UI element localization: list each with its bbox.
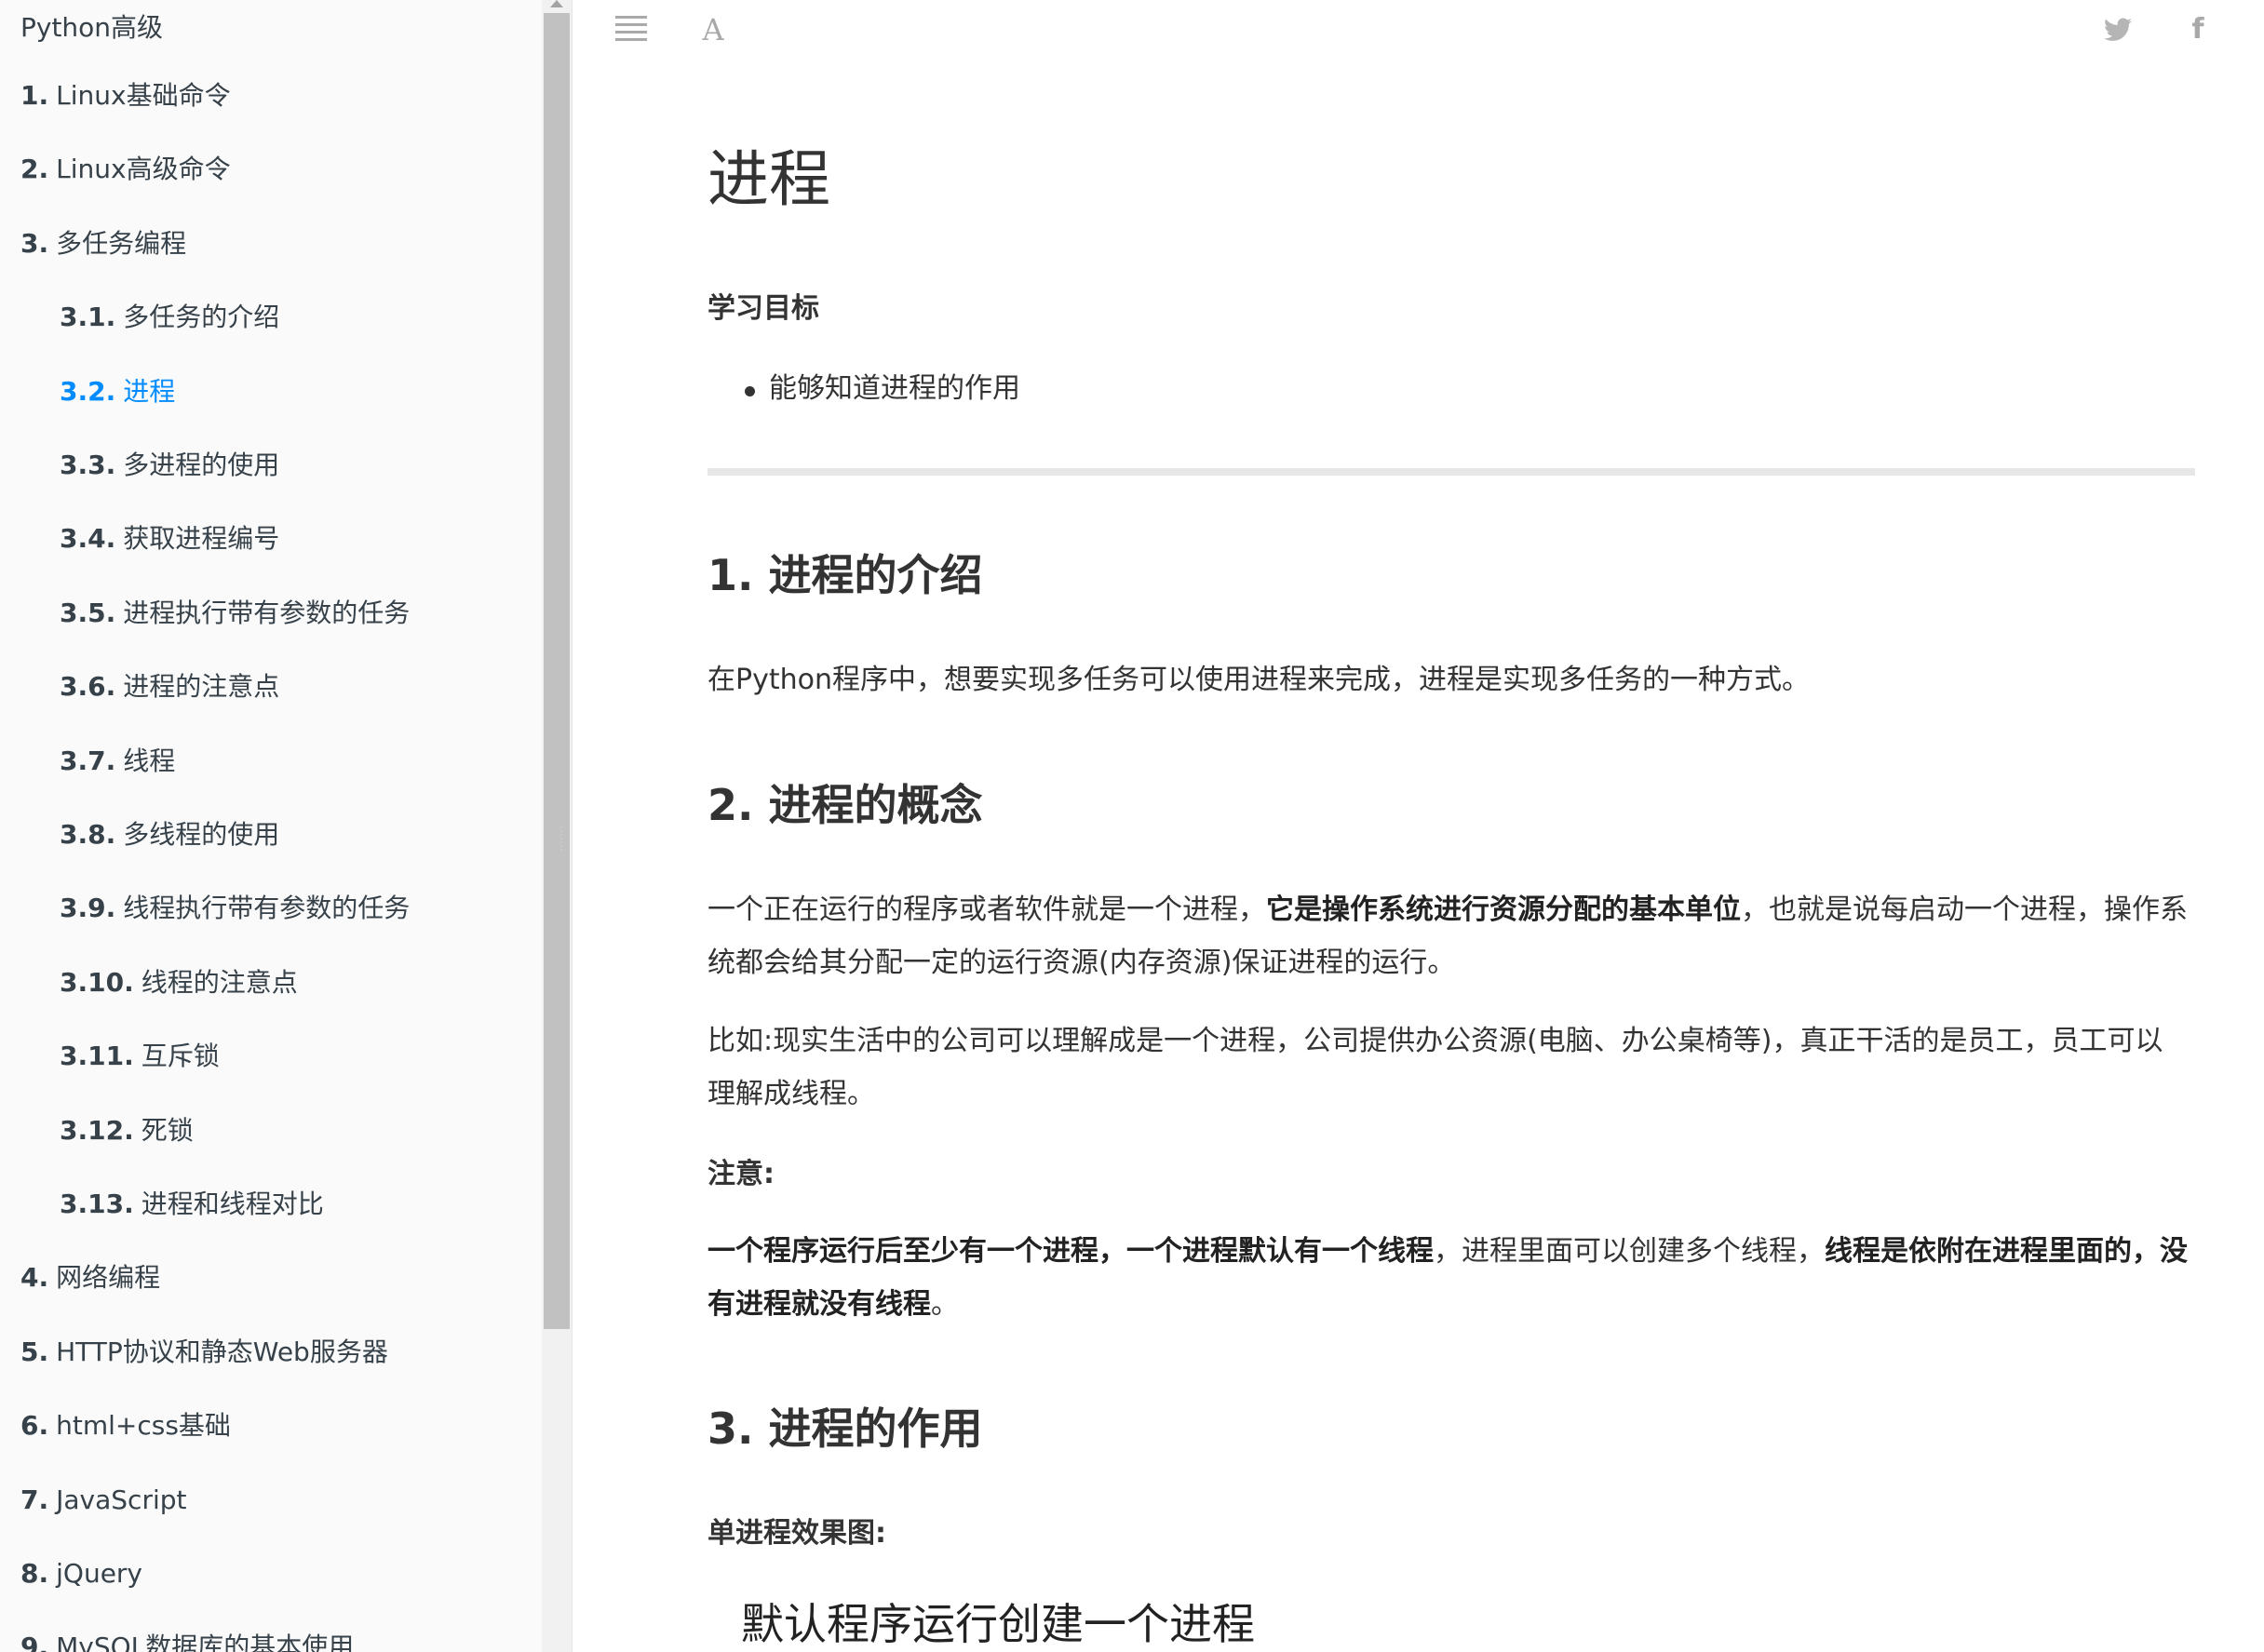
note-label: 注意: bbox=[708, 1158, 775, 1190]
sidebar-item-label: 多任务的介绍 bbox=[123, 302, 280, 332]
sidebar-item[interactable]: 6. html+css基础 bbox=[0, 1398, 562, 1454]
sidebar-item[interactable]: 1. Linux基础命令 bbox=[0, 68, 562, 124]
sidebar-item-label: Linux基础命令 bbox=[56, 80, 231, 111]
sidebar-item-label: Linux高级命令 bbox=[56, 154, 231, 184]
sidebar-item[interactable]: 5. HTTP协议和静态Web服务器 bbox=[0, 1324, 562, 1380]
sidebar-item-label: jQuery bbox=[56, 1558, 142, 1589]
sidebar-item[interactable]: 3.2. 进程 bbox=[0, 364, 572, 420]
sidebar-item-number: 7. bbox=[20, 1484, 49, 1515]
learning-goals-heading: 学习目标 bbox=[708, 292, 819, 325]
note-text-end: 。 bbox=[931, 1288, 959, 1321]
sidebar-item-number: 3.4. bbox=[60, 523, 116, 554]
sidebar-item-label: 网络编程 bbox=[56, 1262, 161, 1293]
section-heading-intro: 1. 进程的介绍 bbox=[708, 550, 983, 600]
sidebar-item-label: 进程 bbox=[123, 376, 176, 407]
sidebar-item-number: 3.3. bbox=[60, 450, 116, 480]
sidebar-item-label: html+css基础 bbox=[56, 1410, 231, 1441]
sidebar-item[interactable]: 3.13. 进程和线程对比 bbox=[0, 1176, 572, 1232]
sidebar-item-label: 死锁 bbox=[141, 1115, 194, 1146]
sidebar-item-number: 6. bbox=[20, 1410, 49, 1441]
sidebar-item-label: 进程执行带有参数的任务 bbox=[123, 598, 411, 628]
note-text-mid: ，进程里面可以创建多个线程， bbox=[1434, 1235, 1825, 1268]
note-paragraph: 一个程序运行后至少有一个进程，一个进程默认有一个线程，进程里面可以创建多个线程，… bbox=[708, 1225, 2188, 1331]
sidebar-item-number: 3.12. bbox=[60, 1115, 134, 1146]
section-heading-role: 3. 进程的作用 bbox=[708, 1404, 983, 1454]
sidebar-item-label: 多线程的使用 bbox=[123, 819, 280, 850]
concept-text-a: 一个正在运行的程序或者软件就是一个进程， bbox=[708, 893, 1266, 926]
section-heading-concept: 2. 进程的概念 bbox=[708, 780, 983, 830]
sidebar-item[interactable]: 3.6. 进程的注意点 bbox=[0, 659, 572, 715]
sidebar-item[interactable]: 3.8. 多线程的使用 bbox=[0, 807, 572, 863]
sidebar-item[interactable]: 7. JavaScript bbox=[0, 1472, 562, 1528]
sidebar-item-label: HTTP协议和静态Web服务器 bbox=[56, 1336, 388, 1367]
example-paragraph: 比如:现实生活中的公司可以理解成是一个进程，公司提供办公资源(电脑、办公桌椅等)… bbox=[708, 1025, 2163, 1110]
sidebar-item[interactable]: 3.3. 多进程的使用 bbox=[0, 437, 572, 493]
sidebar-item-label: 获取进程编号 bbox=[123, 523, 280, 554]
sidebar-item-label: 进程和线程对比 bbox=[141, 1189, 324, 1219]
sidebar-item-number: 3.8. bbox=[60, 819, 116, 850]
sidebar-item-label: 多进程的使用 bbox=[123, 450, 280, 480]
figure-title: 默认程序运行创建一个进程 bbox=[741, 1599, 1255, 1649]
sidebar-item-number: 3.9. bbox=[60, 893, 116, 923]
sidebar-scroll-thumb[interactable] bbox=[544, 13, 570, 1329]
sidebar-item-number: 5. bbox=[20, 1336, 49, 1367]
intro-paragraph: 在Python程序中，想要实现多任务可以使用进程来完成，进程是实现多任务的一种方… bbox=[708, 664, 1810, 696]
sidebar-item-number: 3.11. bbox=[60, 1041, 134, 1071]
sidebar-item[interactable]: 3.1. 多任务的介绍 bbox=[0, 289, 572, 345]
sidebar-item[interactable]: 3.11. 互斥锁 bbox=[0, 1028, 572, 1084]
sidebar-item[interactable]: 8. jQuery bbox=[0, 1546, 562, 1602]
sidebar-item-label: 线程执行带有参数的任务 bbox=[123, 893, 411, 923]
sidebar: Python高级 1. Linux基础命令 2. Linux高级命令 3. 多任务编程 3.… bbox=[0, 0, 573, 1652]
sidebar-item-number: 9. bbox=[20, 1632, 49, 1652]
sidebar-item-label: 线程 bbox=[123, 745, 176, 776]
sidebar-resize-handle[interactable] bbox=[560, 826, 568, 851]
sidebar-item-label: MySQL数据库的基本使用 bbox=[56, 1632, 355, 1652]
sidebar-item-label: 线程的注意点 bbox=[141, 967, 298, 998]
sidebar-item[interactable]: 3.5. 进程执行带有参数的任务 bbox=[0, 585, 572, 641]
sidebar-item-number: 3.13. bbox=[60, 1189, 134, 1219]
sidebar-item-number: 2. bbox=[20, 154, 49, 184]
concept-text-bold: 它是操作系统进行资源分配的基本单位 bbox=[1266, 893, 1741, 926]
sidebar-item-number: 4. bbox=[20, 1262, 49, 1293]
concept-paragraph: 一个正在运行的程序或者软件就是一个进程，它是操作系统进行资源分配的基本单位，也就… bbox=[708, 883, 2188, 989]
scroll-up-arrow-icon[interactable] bbox=[550, 0, 563, 7]
single-process-label: 单进程效果图: bbox=[708, 1517, 886, 1550]
sidebar-item-label: 多任务编程 bbox=[56, 228, 187, 259]
sidebar-item-label: JavaScript bbox=[56, 1484, 187, 1515]
sidebar-item-number: 3. bbox=[20, 228, 49, 259]
sidebar-item-number: 8. bbox=[20, 1558, 49, 1589]
sidebar-item-label: 进程的注意点 bbox=[123, 671, 280, 702]
sidebar-item-number: 3.6. bbox=[60, 671, 116, 702]
page-title: 进程 bbox=[708, 143, 830, 215]
sidebar-item-number: 3.7. bbox=[60, 745, 116, 776]
sidebar-item-number: 3.2. bbox=[60, 376, 116, 407]
sidebar-item[interactable]: 4. 网络编程 bbox=[0, 1250, 562, 1306]
note-text-bold-1: 一个程序运行后至少有一个进程，一个进程默认有一个线程 bbox=[708, 1235, 1434, 1268]
sidebar-book-title[interactable]: Python高级 bbox=[0, 0, 562, 56]
learning-goals-list: 能够知道进程的作用 bbox=[708, 369, 1020, 410]
sidebar-item[interactable]: 2. Linux高级命令 bbox=[0, 141, 562, 197]
section-divider bbox=[708, 468, 2195, 476]
goal-item: 能够知道进程的作用 bbox=[708, 369, 1020, 410]
sidebar-item[interactable]: 3.10. 线程的注意点 bbox=[0, 955, 572, 1011]
sidebar-item-number: 1. bbox=[20, 80, 49, 111]
sidebar-item[interactable]: 3.7. 线程 bbox=[0, 733, 572, 789]
page-content: 进程 学习目标 能够知道进程的作用 1. 进程的介绍 在Python程序中，想要… bbox=[708, 0, 2197, 1652]
hamburger-menu-icon[interactable] bbox=[615, 11, 647, 48]
sidebar-item-label: 互斥锁 bbox=[141, 1041, 220, 1071]
sidebar-item[interactable]: 3. 多任务编程 bbox=[0, 216, 562, 272]
sidebar-item-number: 3.10. bbox=[60, 967, 134, 998]
sidebar-item-number: 3.1. bbox=[60, 302, 116, 332]
sidebar-item[interactable]: 9. MySQL数据库的基本使用 bbox=[0, 1619, 562, 1652]
sidebar-item[interactable]: 3.4. 获取进程编号 bbox=[0, 511, 572, 567]
sidebar-item[interactable]: 3.9. 线程执行带有参数的任务 bbox=[0, 880, 572, 936]
sidebar-item-number: 3.5. bbox=[60, 598, 116, 628]
sidebar-item[interactable]: 3.12. 死锁 bbox=[0, 1103, 572, 1159]
